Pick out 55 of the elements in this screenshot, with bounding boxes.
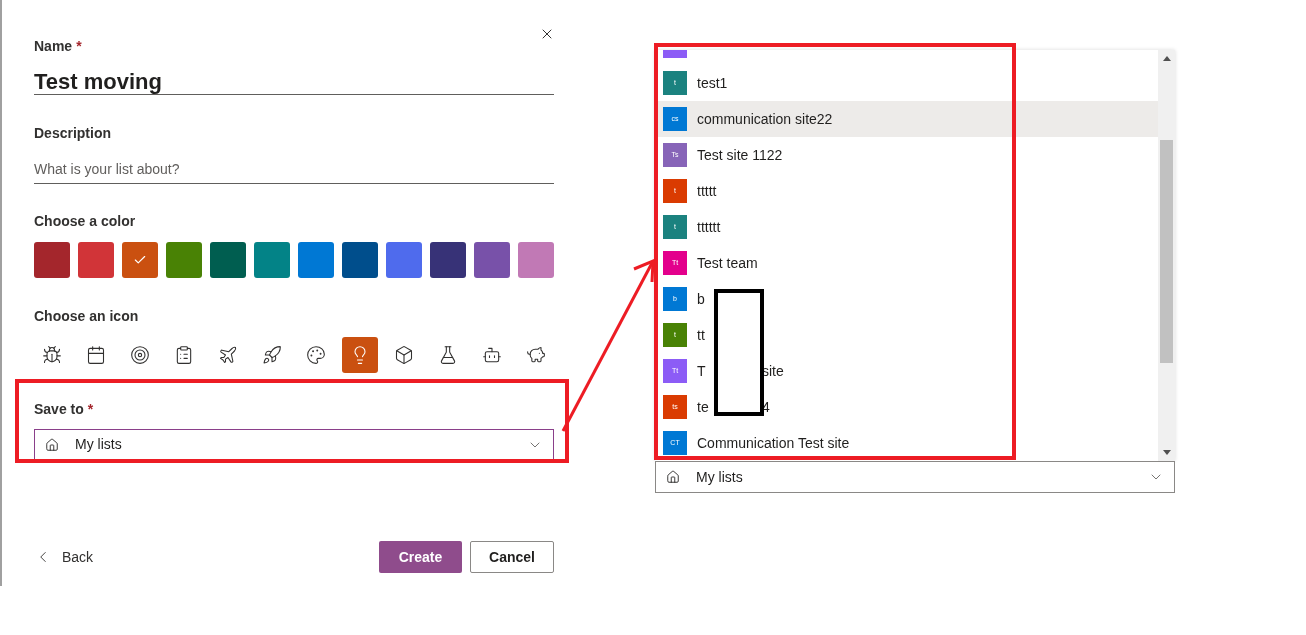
robot-icon: [482, 345, 502, 365]
description-field[interactable]: What is your list about?: [34, 154, 554, 184]
save-to-dropdown[interactable]: My lists: [34, 429, 554, 460]
site-name: b: [697, 289, 705, 309]
site-name: Test team: [697, 253, 758, 273]
site-name: te: [697, 397, 709, 417]
description-label: Description: [34, 124, 111, 143]
color-swatch[interactable]: [254, 242, 290, 278]
color-swatch[interactable]: [34, 242, 70, 278]
clipboard-icon: [174, 345, 194, 365]
color-swatch[interactable]: [298, 242, 334, 278]
target-icon: [130, 345, 150, 365]
site-name: ttttt: [697, 181, 717, 201]
flask-icon: [438, 345, 458, 365]
site-name: test1: [697, 73, 728, 93]
icon-label: Choose an icon: [34, 307, 139, 326]
color-swatch[interactable]: [386, 242, 422, 278]
name-field[interactable]: Test moving: [34, 65, 554, 95]
color-swatch[interactable]: [518, 242, 554, 278]
scroll-up-icon[interactable]: [1162, 56, 1171, 61]
scrollbar-thumb[interactable]: [1160, 140, 1173, 363]
piggy-bank-icon: [526, 345, 546, 365]
site-name: tt: [697, 325, 705, 345]
site-name: tttttt: [697, 217, 721, 237]
color-swatch[interactable]: [78, 242, 114, 278]
site-name: Communication Test site: [697, 433, 850, 453]
back-button[interactable]: Back: [34, 546, 94, 568]
save-to-dropdown[interactable]: My lists: [655, 461, 1175, 493]
color-swatch[interactable]: [166, 242, 202, 278]
required-mark: *: [76, 37, 82, 56]
home-icon: [45, 437, 59, 452]
site-name: communication site22: [697, 109, 833, 129]
scroll-down-icon[interactable]: [1162, 450, 1171, 455]
site-name: T: [697, 361, 706, 381]
palette-icon: [306, 345, 326, 365]
check-icon: [133, 253, 147, 267]
color-swatch[interactable]: [210, 242, 246, 278]
save-to-label: Save to: [34, 400, 84, 419]
scrollbar[interactable]: [1158, 50, 1175, 461]
site-name: Test site 1122: [697, 145, 783, 165]
bug-icon: [42, 345, 62, 365]
color-label: Choose a color: [34, 212, 136, 231]
home-icon: [666, 470, 680, 484]
create-button[interactable]: Create: [379, 541, 462, 573]
color-swatch[interactable]: [342, 242, 378, 278]
color-swatch[interactable]: [430, 242, 466, 278]
cube-icon: [394, 345, 414, 365]
cancel-button[interactable]: Cancel: [470, 541, 554, 573]
color-swatch[interactable]: [474, 242, 510, 278]
plane-icon: [218, 345, 238, 365]
rocket-icon: [262, 345, 282, 365]
name-label: Name: [34, 37, 73, 56]
calendar-icon: [86, 345, 106, 365]
color-swatch[interactable]: [122, 242, 158, 278]
required-mark: *: [87, 400, 94, 419]
